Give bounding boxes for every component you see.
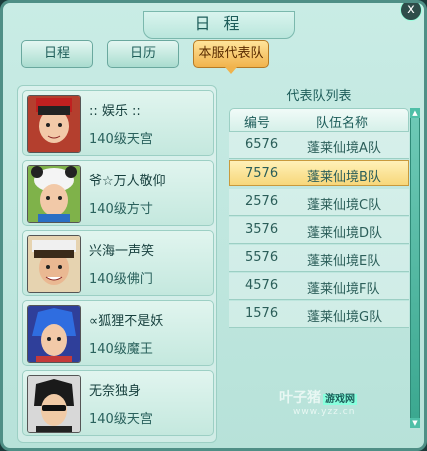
column-header-id: 编号 xyxy=(244,116,271,131)
member-card[interactable]: 爷☆万人敬仰 140级方寸 xyxy=(22,160,214,226)
member-card[interactable]: ∝狐狸不是妖 140级魔王 xyxy=(22,300,214,366)
table-row[interactable]: 3576 蓬莱仙境D队 xyxy=(229,217,409,244)
team-list-title: 代表队列表 xyxy=(286,89,352,104)
avatar xyxy=(27,305,81,363)
avatar xyxy=(27,235,81,293)
watermark-tag: 游戏网 xyxy=(323,394,357,405)
scrollbar[interactable]: ▲ ▼ xyxy=(410,108,420,428)
scroll-down-icon[interactable]: ▼ xyxy=(410,418,420,428)
tab-server-team[interactable]: 本服代表队 xyxy=(193,40,269,74)
member-level: 140级天宫 xyxy=(89,132,153,147)
member-level: 140级方寸 xyxy=(89,202,153,217)
avatar xyxy=(27,95,81,153)
tab-bar: 日程 日历 本服代表队 xyxy=(21,40,269,74)
team-id: 1576 xyxy=(245,306,279,321)
column-header-name: 队伍名称 xyxy=(316,116,369,131)
table-row[interactable]: 4576 蓬莱仙境F队 xyxy=(229,273,409,300)
watermark-brand: 叶子猪 xyxy=(279,390,321,406)
member-card[interactable]: :: 娱乐 :: 140级天宫 xyxy=(22,90,214,156)
table-row-selected[interactable]: 7576 蓬莱仙境B队 xyxy=(229,160,409,186)
table-row[interactable]: 5576 蓬莱仙境E队 xyxy=(229,245,409,272)
table-row[interactable]: 2576 蓬莱仙境C队 xyxy=(229,189,409,216)
member-name: 爷☆万人敬仰 xyxy=(89,174,166,189)
member-card[interactable]: 无奈独身 140级天宫 xyxy=(22,370,214,436)
team-id: 7576 xyxy=(245,166,279,181)
team-id: 5576 xyxy=(245,250,279,265)
team-id: 6576 xyxy=(245,137,279,152)
close-icon[interactable]: x xyxy=(400,3,422,21)
team-name: 蓬莱仙境C队 xyxy=(307,198,382,213)
tab-schedule[interactable]: 日程 xyxy=(21,40,93,68)
team-name: 蓬莱仙境D队 xyxy=(307,226,383,241)
avatar xyxy=(27,165,81,223)
team-name: 蓬莱仙境F队 xyxy=(307,282,380,297)
schedule-window: 日 程 x 日程 日历 本服代表队 :: 娱乐 :: 140级天宫 爷☆万人敬仰… xyxy=(0,0,427,451)
member-name: 兴海一声笑 xyxy=(89,244,155,259)
team-name: 蓬莱仙境G队 xyxy=(307,310,383,325)
member-list: :: 娱乐 :: 140级天宫 爷☆万人敬仰 140级方寸 兴海一声笑 140级… xyxy=(17,85,217,443)
team-id: 4576 xyxy=(245,278,279,293)
table-row[interactable]: 1576 蓬莱仙境G队 xyxy=(229,301,409,328)
team-id: 3576 xyxy=(245,222,279,237)
team-id: 2576 xyxy=(245,194,279,209)
member-name: ∝狐狸不是妖 xyxy=(89,314,164,329)
member-name: :: 娱乐 :: xyxy=(89,104,141,119)
team-name: 蓬莱仙境A队 xyxy=(307,141,381,156)
team-name: 蓬莱仙境B队 xyxy=(307,170,381,185)
watermark-url: www.yzz.cn xyxy=(293,407,356,417)
avatar xyxy=(27,375,81,433)
watermark: 叶子猪 游戏网 www.yzz.cn xyxy=(279,387,357,417)
member-name: 无奈独身 xyxy=(89,384,142,399)
member-card[interactable]: 兴海一声笑 140级佛门 xyxy=(22,230,214,296)
team-name: 蓬莱仙境E队 xyxy=(307,254,381,269)
scroll-up-icon[interactable]: ▲ xyxy=(410,108,420,118)
window-title: 日 程 xyxy=(143,11,295,39)
tab-calendar[interactable]: 日历 xyxy=(107,40,179,68)
table-row[interactable]: 6576 蓬莱仙境A队 xyxy=(229,132,409,159)
team-table-header: 编号 队伍名称 xyxy=(229,108,409,132)
member-level: 140级天宫 xyxy=(89,412,153,427)
member-level: 140级佛门 xyxy=(89,272,153,287)
member-level: 140级魔王 xyxy=(89,342,153,357)
